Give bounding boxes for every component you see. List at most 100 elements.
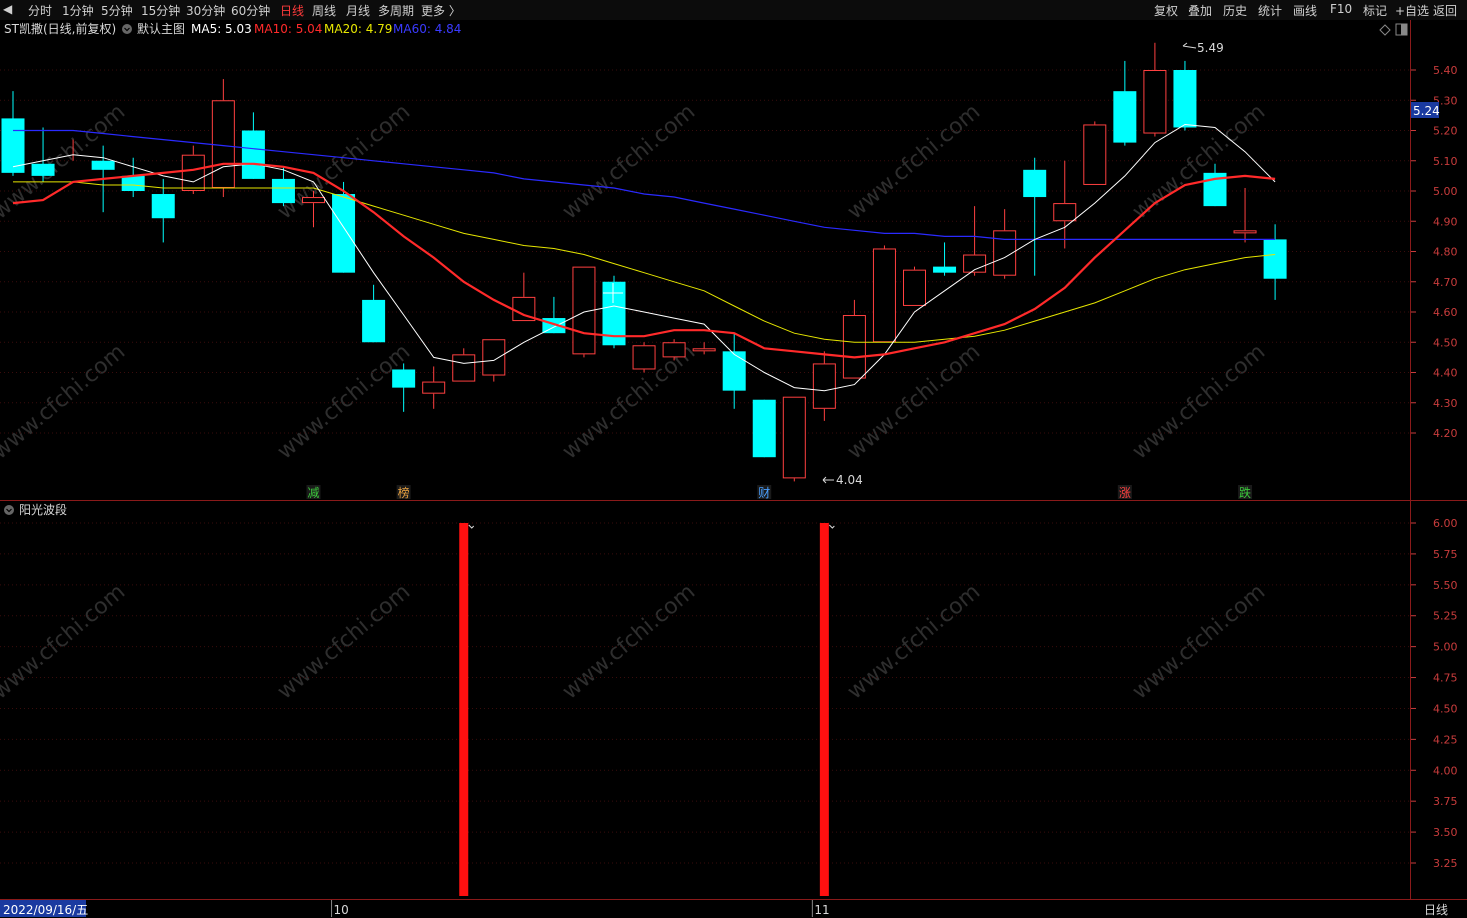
candle-up [181, 154, 205, 191]
candle-up [1143, 70, 1167, 134]
kline-chart: www.cfchi.com www.cfchi.com www.cfchi.com w… [0, 20, 1467, 918]
price-tick-label: 5.10 [1433, 155, 1458, 168]
high-price-label: 5.49 [1197, 41, 1224, 55]
candle-up [452, 354, 476, 382]
toolbar-right-item-1[interactable]: 叠加 [1188, 2, 1212, 19]
candle-down [392, 369, 416, 388]
toolbar-item-1[interactable]: 分时 [28, 2, 52, 19]
toolbar-right-item-8[interactable]: 返回 [1433, 2, 1457, 19]
event-marker[interactable]: 财 [758, 486, 770, 500]
indicator-tick-label: 4.00 [1433, 764, 1458, 777]
price-tick-label: 4.60 [1433, 306, 1458, 319]
toolbar-item-9[interactable]: 月线 [346, 2, 370, 19]
price-tick-label: 4.30 [1433, 397, 1458, 410]
candle-up [872, 248, 896, 343]
template-label[interactable]: 默认主图 [137, 21, 185, 36]
top-toolbar: ◀ 分时 1分钟 5分钟 15分钟 30分钟 60分钟 日线 周线 月线 多周期 更多 〉 复权 叠加 历史… [0, 0, 1467, 21]
toolbar-item-3[interactable]: 5分钟 [101, 2, 133, 19]
toolbar-right-item-0[interactable]: 复权 [1154, 2, 1178, 19]
current-price-tag: 5.24 [1413, 104, 1440, 118]
toolbar-right-item-7[interactable]: +自选 [1395, 2, 1429, 19]
price-tick-label: 4.70 [1433, 276, 1458, 289]
toolbar-item-0[interactable]: ◀ [3, 2, 12, 16]
event-marker[interactable]: 减 [308, 486, 320, 500]
indicator-bar [819, 523, 829, 896]
toolbar-right-item-2[interactable]: 历史 [1223, 2, 1247, 19]
candle-up [302, 197, 325, 204]
candle-down [271, 178, 295, 204]
candle-up [1233, 230, 1257, 234]
candle-up [903, 269, 926, 306]
toolbar-item-5[interactable]: 30分钟 [186, 2, 225, 19]
toolbar-item-11[interactable]: 更多 〉 [421, 2, 461, 19]
candle-down [1173, 70, 1197, 128]
candle-up [812, 363, 836, 409]
candle-down [121, 175, 145, 191]
candle-down [31, 163, 55, 176]
indicator-tick-label: 3.25 [1433, 857, 1458, 870]
indicator-bar [459, 523, 469, 896]
event-marker[interactable]: 跌 [1239, 485, 1251, 500]
candle-down [722, 351, 746, 391]
indicator-tick-label: 4.25 [1433, 733, 1458, 746]
panel-toggle-fill [1401, 24, 1407, 35]
candle-down [933, 266, 957, 273]
toolbar-item-2[interactable]: 1分钟 [62, 2, 94, 19]
ma60-label: MA60: 4.84 [393, 22, 461, 36]
toolbar-item-10[interactable]: 多周期 [378, 2, 414, 19]
candle-down [151, 194, 175, 219]
toolbar-item-6[interactable]: 60分钟 [231, 2, 270, 19]
candle-down [1023, 169, 1047, 198]
indicator-tick-label: 3.50 [1433, 826, 1458, 839]
candle-down [1263, 239, 1287, 279]
candle-up [211, 100, 235, 188]
indicator-tick-label: 5.25 [1433, 610, 1458, 623]
price-tick-label: 4.20 [1433, 427, 1458, 440]
ma5-label: MA5: 5.03 [191, 22, 252, 36]
price-tick-label: 5.00 [1433, 185, 1458, 198]
candle-up [842, 315, 866, 379]
price-tick-label: 4.50 [1433, 336, 1458, 349]
toolbar-item-8[interactable]: 周线 [312, 2, 336, 19]
candle-down [752, 399, 776, 458]
toolbar-right-item-6[interactable]: 标记 [1363, 2, 1387, 19]
month-label: 10 [334, 903, 349, 917]
indicator-tick-label: 5.50 [1433, 579, 1458, 592]
toolbar-right-item-3[interactable]: 统计 [1258, 2, 1282, 19]
low-price-label: 4.04 [836, 473, 863, 487]
indicator-tick-label: 5.00 [1433, 641, 1458, 654]
ma10-label: MA10: 5.04 [254, 22, 322, 36]
indicator-dropdown-icon[interactable] [4, 505, 14, 515]
candle-up [1083, 124, 1107, 185]
event-marker[interactable]: 榜 [398, 485, 410, 500]
template-dropdown-icon[interactable] [122, 24, 132, 34]
candle-up [1053, 203, 1077, 222]
toolbar-right-item-5[interactable]: F10 [1330, 2, 1352, 16]
candle-up [662, 342, 686, 358]
price-tick-label: 5.40 [1433, 64, 1458, 77]
price-tick-label: 4.90 [1433, 215, 1458, 228]
period-label: 日线 [1424, 903, 1448, 917]
event-marker[interactable]: 涨 [1119, 485, 1131, 500]
stock-title: ST凯撒(日线,前复权) [4, 21, 116, 36]
price-tick-label: 4.80 [1433, 246, 1458, 259]
toolbar-right-item-4[interactable]: 画线 [1293, 2, 1317, 19]
indicator-tick-label: 3.75 [1433, 795, 1458, 808]
month-label: 11 [814, 903, 829, 917]
candle-up [692, 348, 716, 352]
indicator-tick-label: 4.75 [1433, 672, 1458, 685]
candle-down [91, 160, 115, 170]
indicator-tick-label: 4.50 [1433, 702, 1458, 715]
candle-up [782, 396, 806, 479]
toolbar-item-4[interactable]: 15分钟 [141, 2, 180, 19]
indicator-tick-label: 6.00 [1433, 517, 1458, 530]
candle-down [1113, 91, 1137, 143]
date-bar [0, 899, 1467, 918]
candle-down [332, 194, 356, 273]
price-tick-label: 5.20 [1433, 125, 1458, 138]
candle-up [482, 339, 506, 376]
candle-up [632, 345, 656, 370]
ma20-label: MA20: 4.79 [324, 22, 392, 36]
indicator-title[interactable]: 阳光波段 [19, 502, 67, 517]
toolbar-item-7[interactable]: 日线 [280, 2, 304, 19]
